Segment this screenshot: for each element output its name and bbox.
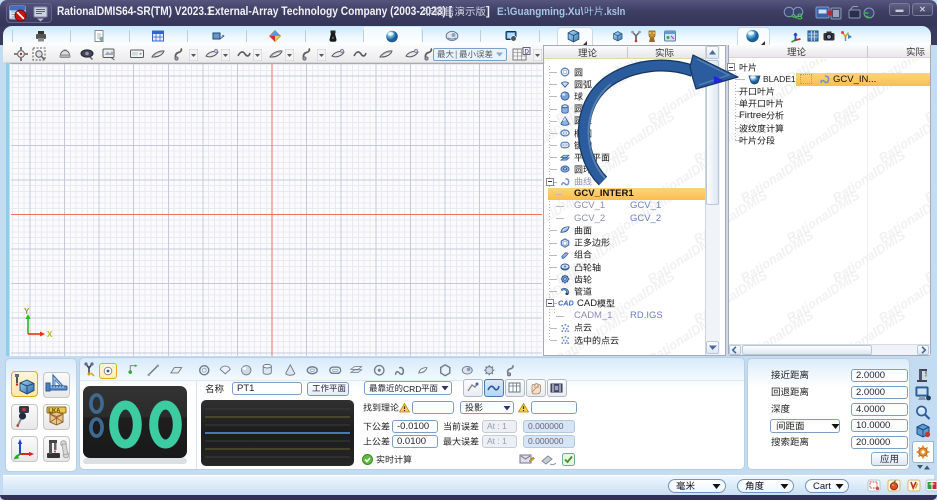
svg-text:X: X <box>47 330 53 339</box>
svg-text:Y: Y <box>24 307 30 316</box>
svg-text:D: D <box>525 49 530 55</box>
svg-text:CAD: CAD <box>558 299 574 308</box>
svg-text:S: S <box>797 12 803 22</box>
